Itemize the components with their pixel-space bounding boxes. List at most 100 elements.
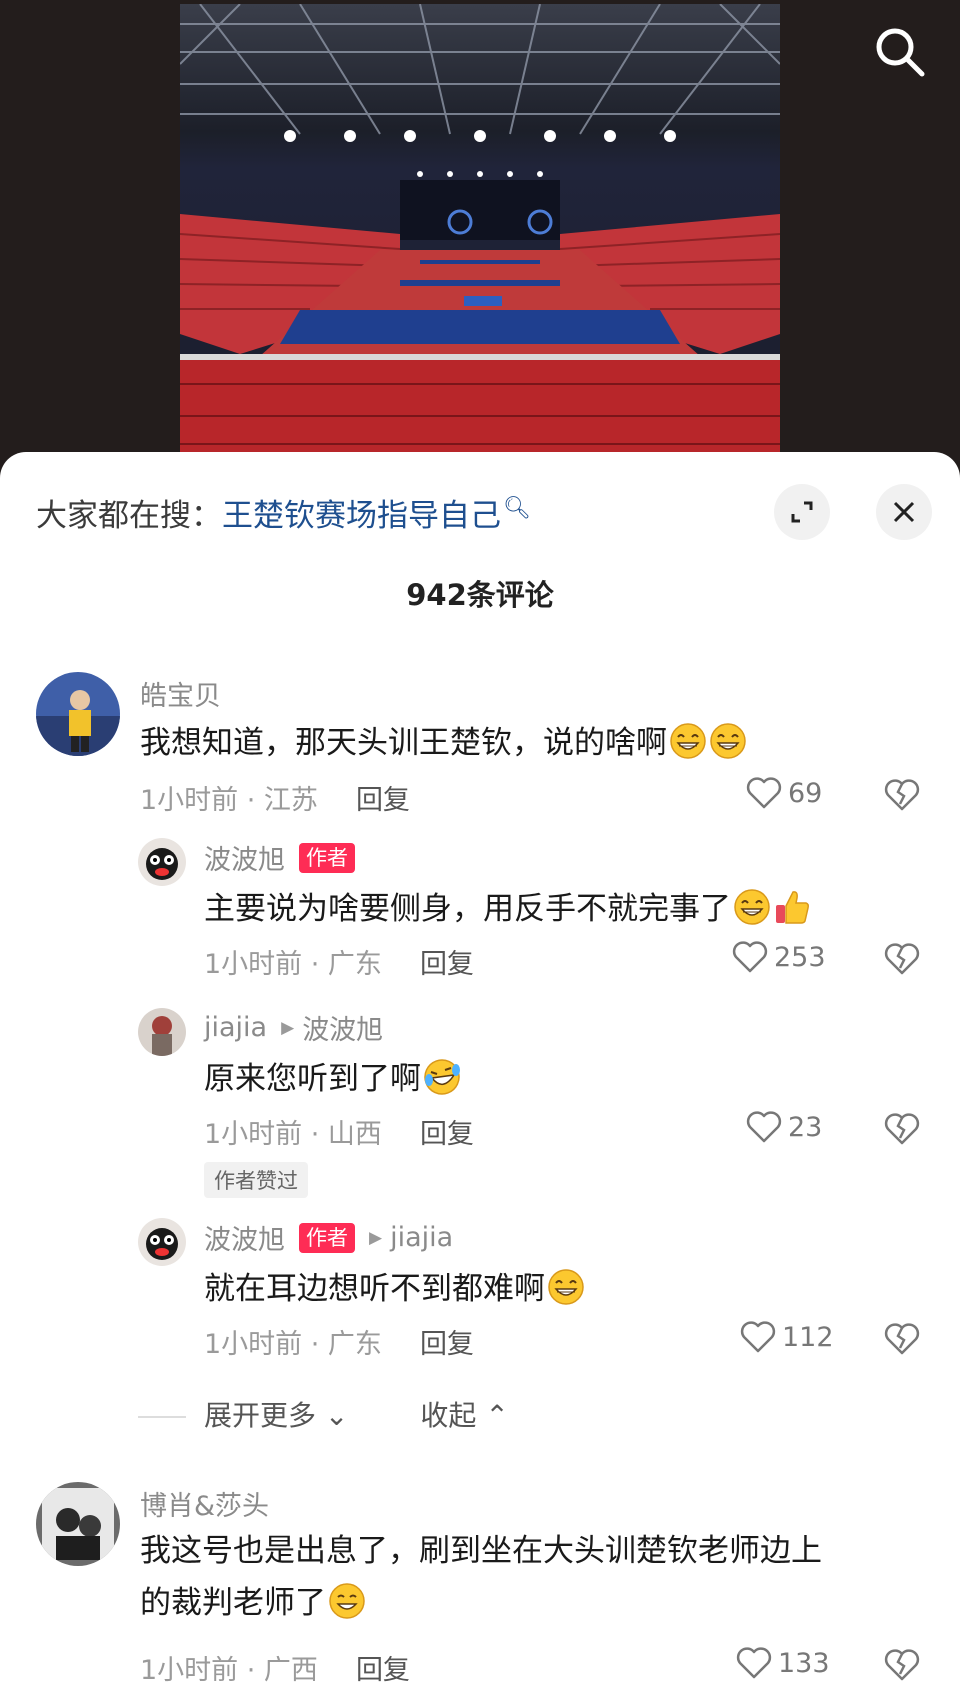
reply-button[interactable]: 回复 <box>356 785 410 816</box>
reply-button[interactable]: 回复 <box>356 1655 410 1684</box>
like-button[interactable]: 69 <box>746 776 822 810</box>
like-count: 112 <box>782 1321 834 1353</box>
reply-to-username[interactable]: 波波旭 <box>302 1008 383 1047</box>
comment-text-content: 我想知道，那天头训王楚钦，说的啥啊 <box>140 725 667 761</box>
comment-text: 就在耳边想听不到都难啊 <box>204 1264 585 1314</box>
thread-controls: 展开更多 ⌄ 收起 ⌃ <box>138 1394 509 1434</box>
comment-count: 942条评论 <box>406 578 554 612</box>
broken-heart-icon <box>884 1649 920 1681</box>
smile-emoji-icon <box>328 1582 366 1620</box>
author-badge: 作者 <box>299 1222 355 1253</box>
heart-icon <box>746 777 782 809</box>
comment-time-location: 1小时前 · 山西 <box>204 1119 382 1150</box>
thumbs-up-emoji-icon <box>773 888 811 926</box>
avatar[interactable] <box>138 1008 186 1056</box>
search-suggestion[interactable]: 大家都在搜：王楚钦赛场指导自己🔍︎ <box>36 490 531 535</box>
like-count: 23 <box>788 1111 823 1143</box>
comment-text-line-2: 的裁判老师了 <box>140 1578 366 1628</box>
expand-more-button[interactable]: 展开更多 ⌄ <box>204 1399 348 1432</box>
heart-icon <box>732 941 768 973</box>
comment-text-content: 的裁判老师了 <box>140 1585 326 1621</box>
like-button[interactable]: 112 <box>740 1320 834 1354</box>
like-button[interactable]: 133 <box>736 1646 830 1680</box>
comment-meta: 1小时前 · 山西 回复 <box>204 1112 474 1151</box>
comment-username[interactable]: 皓宝贝 <box>140 674 221 713</box>
avatar[interactable] <box>138 838 186 886</box>
divider <box>138 1416 186 1418</box>
avatar[interactable] <box>138 1218 186 1266</box>
avatar[interactable] <box>36 1482 120 1566</box>
laughing-tears-emoji-icon <box>423 1058 461 1096</box>
like-button[interactable]: 253 <box>732 940 826 974</box>
author-liked-badge: 作者赞过 <box>204 1162 308 1198</box>
reply-arrow-icon: ▶ <box>281 1017 295 1038</box>
close-icon <box>893 501 915 523</box>
comment-username[interactable]: 波波旭 <box>204 1218 285 1257</box>
reply-to-username[interactable]: jiajia <box>390 1222 453 1253</box>
like-count: 253 <box>774 941 826 973</box>
comment-meta: 1小时前 · 广东 回复 <box>204 942 474 981</box>
comment-time-location: 1小时前 · 广东 <box>204 949 382 980</box>
arena-photo <box>180 4 780 460</box>
comment-username[interactable]: jiajia <box>204 1012 267 1043</box>
comment-text-content: 主要说为啥要侧身，用反手不就完事了 <box>204 891 731 927</box>
comment-text-content: 就在耳边想听不到都难啊 <box>204 1271 545 1307</box>
dislike-button[interactable] <box>884 778 920 816</box>
search-icon[interactable] <box>870 22 930 82</box>
search-suggestion-keyword[interactable]: 王楚钦赛场指导自己 <box>222 498 501 534</box>
dislike-button[interactable] <box>884 942 920 980</box>
arena-illustration <box>180 4 780 460</box>
avatar[interactable] <box>36 672 120 756</box>
broken-heart-icon <box>884 943 920 975</box>
reply-button[interactable]: 回复 <box>420 1119 474 1150</box>
comment-time-location: 1小时前 · 广西 <box>140 1655 318 1684</box>
comment-text: 主要说为啥要侧身，用反手不就完事了 <box>204 884 811 934</box>
like-count: 69 <box>788 777 823 809</box>
expand-more-label: 展开更多 <box>204 1399 317 1432</box>
expand-icon <box>791 501 813 523</box>
close-button[interactable] <box>876 484 932 540</box>
comment-text-content: 原来您听到了啊 <box>204 1061 421 1097</box>
reply-arrow-icon: ▶ <box>369 1227 383 1248</box>
reply-user-line: 波波旭 作者 ▶ jiajia <box>204 1218 453 1257</box>
reply-button[interactable]: 回复 <box>420 949 474 980</box>
comment-text: 原来您听到了啊 <box>204 1054 461 1104</box>
comment-meta: 1小时前 · 广西 回复 <box>140 1648 410 1684</box>
grin-emoji-icon <box>709 722 747 760</box>
expand-button[interactable] <box>774 484 830 540</box>
broken-heart-icon <box>884 1113 920 1145</box>
comment-sheet: 大家都在搜：王楚钦赛场指导自己🔍︎ 942条评论 皓宝贝 我想知道，那天头训王楚… <box>0 452 960 1684</box>
chevron-up-icon: ⌃ <box>485 1399 509 1432</box>
reply-user-line: jiajia ▶ 波波旭 <box>204 1008 383 1047</box>
reply-user-line: 波波旭 作者 <box>204 838 355 877</box>
search-mini-icon: 🔍︎ <box>503 495 531 521</box>
dislike-button[interactable] <box>884 1648 920 1684</box>
broken-heart-icon <box>884 779 920 811</box>
author-badge: 作者 <box>299 842 355 873</box>
comment-text-line-1: 我这号也是出息了，刷到坐在大头训楚钦老师边上 <box>140 1533 822 1569</box>
collapse-label: 收起 <box>420 1399 477 1432</box>
heart-icon <box>746 1111 782 1143</box>
heart-icon <box>740 1321 776 1353</box>
heart-icon <box>736 1647 772 1679</box>
grin-emoji-icon <box>669 722 707 760</box>
collapse-button[interactable]: 收起 ⌃ <box>420 1399 508 1432</box>
like-count: 133 <box>778 1647 830 1679</box>
dislike-button[interactable] <box>884 1322 920 1360</box>
grin-emoji-icon <box>547 1268 585 1306</box>
grin-emoji-icon <box>733 888 771 926</box>
like-button[interactable]: 23 <box>746 1110 822 1144</box>
comment-meta: 1小时前 · 江苏 回复 <box>140 778 410 817</box>
reply-button[interactable]: 回复 <box>420 1329 474 1360</box>
broken-heart-icon <box>884 1323 920 1355</box>
comment-username[interactable]: 波波旭 <box>204 838 285 877</box>
comment-time-location: 1小时前 · 广东 <box>204 1329 382 1360</box>
video-area[interactable] <box>0 0 960 470</box>
comment-meta: 1小时前 · 广东 回复 <box>204 1322 474 1361</box>
comment-text: 我想知道，那天头训王楚钦，说的啥啊 <box>140 718 747 768</box>
search-suggestion-prefix: 大家都在搜： <box>36 498 222 534</box>
comment-username[interactable]: 博肖&莎头 <box>140 1484 269 1523</box>
chevron-down-icon: ⌄ <box>324 1399 349 1432</box>
comment-time-location: 1小时前 · 江苏 <box>140 785 318 816</box>
dislike-button[interactable] <box>884 1112 920 1150</box>
